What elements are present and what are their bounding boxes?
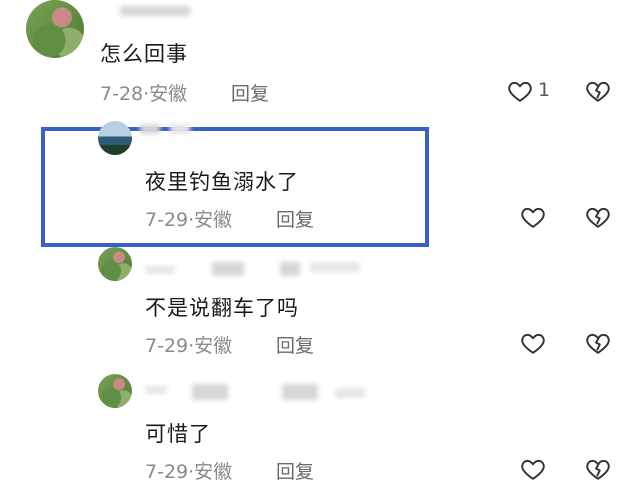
heart-icon[interactable] bbox=[520, 330, 546, 356]
username-blurred bbox=[120, 6, 190, 16]
broken-heart-icon[interactable] bbox=[585, 78, 611, 104]
reply-button[interactable]: 回复 bbox=[276, 457, 314, 484]
username-blurred bbox=[140, 124, 160, 134]
avatar[interactable] bbox=[98, 121, 132, 155]
comment-meta: 7-29·安徽 bbox=[145, 457, 232, 484]
comment-location: 安徽 bbox=[194, 461, 233, 483]
comment-location: 安徽 bbox=[149, 83, 188, 105]
comment-text: 不是说翻车了吗 bbox=[145, 296, 299, 320]
comment-text: 夜里钓鱼溺水了 bbox=[145, 170, 299, 194]
username-blurred bbox=[170, 124, 190, 134]
broken-heart-icon[interactable] bbox=[585, 456, 611, 482]
avatar[interactable] bbox=[26, 0, 84, 58]
reply-button[interactable]: 回复 bbox=[276, 331, 314, 358]
avatar[interactable] bbox=[98, 374, 132, 408]
reply-button[interactable]: 回复 bbox=[276, 205, 314, 232]
comment-location: 安徽 bbox=[194, 335, 233, 357]
username-blurred bbox=[282, 384, 318, 400]
username-blurred bbox=[145, 266, 175, 274]
username-blurred bbox=[280, 262, 300, 276]
heart-icon[interactable] bbox=[520, 204, 546, 230]
comment-meta: 7-29·安徽 bbox=[145, 205, 232, 232]
comment-date: 7-29 bbox=[145, 461, 189, 483]
comment-date: 7-28 bbox=[100, 83, 144, 105]
username-blurred bbox=[212, 262, 244, 276]
username-blurred bbox=[192, 384, 228, 400]
comment-text: 怎么回事 bbox=[100, 42, 188, 66]
username-blurred bbox=[310, 262, 360, 272]
comment-meta: 7-29·安徽 bbox=[145, 331, 232, 358]
heart-icon[interactable] bbox=[520, 456, 546, 482]
comment-meta: 7-28·安徽 bbox=[100, 79, 187, 106]
comment-date: 7-29 bbox=[145, 335, 189, 357]
comment-text: 可惜了 bbox=[145, 422, 211, 446]
comment-date: 7-29 bbox=[145, 209, 189, 231]
username-blurred bbox=[145, 386, 167, 394]
avatar[interactable] bbox=[98, 247, 132, 281]
like-count: 1 bbox=[538, 79, 551, 101]
heart-icon[interactable] bbox=[507, 78, 533, 104]
reply-button[interactable]: 回复 bbox=[231, 79, 269, 106]
comment-location: 安徽 bbox=[194, 209, 233, 231]
broken-heart-icon[interactable] bbox=[585, 330, 611, 356]
username-blurred bbox=[335, 388, 365, 398]
broken-heart-icon[interactable] bbox=[585, 204, 611, 230]
